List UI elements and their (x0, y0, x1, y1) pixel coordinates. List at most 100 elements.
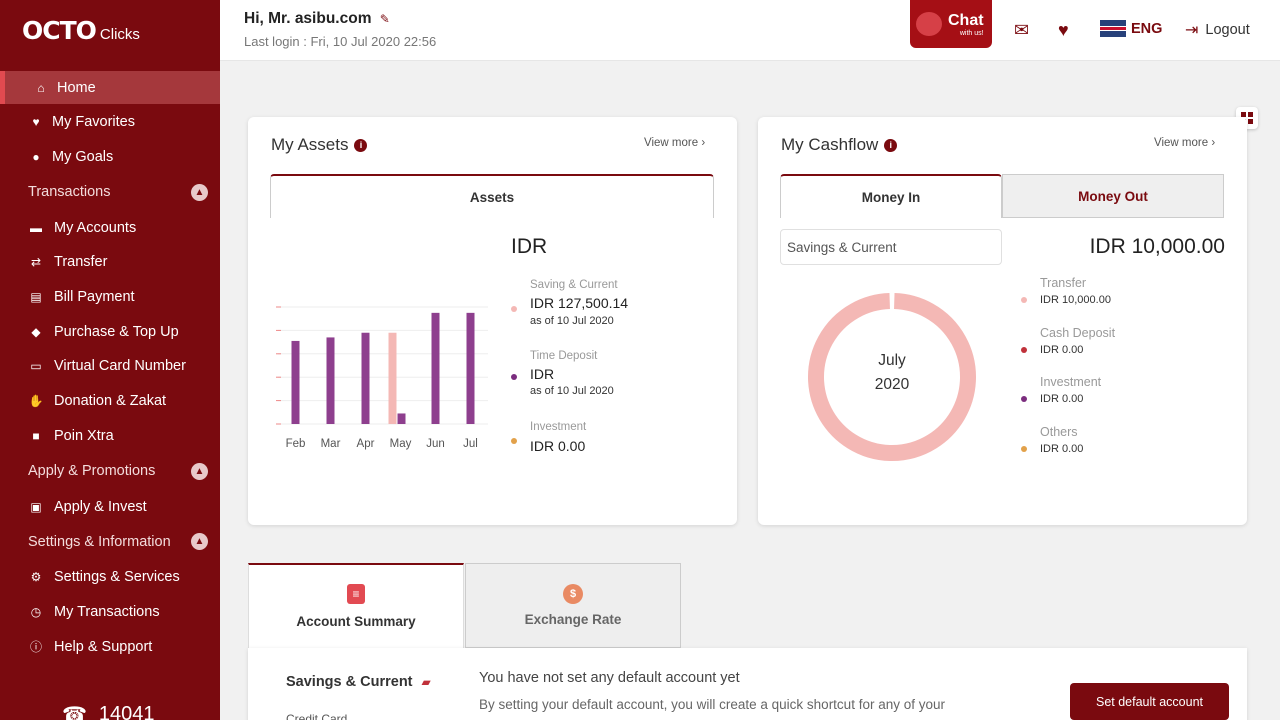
savings-label: Savings & Current (286, 674, 413, 690)
cashflow-view-more-link[interactable]: View more › (1154, 137, 1215, 149)
account-type-select[interactable]: Savings & Current (780, 229, 1002, 265)
tab-label: Money Out (1078, 188, 1148, 204)
card-icon: ▬ (30, 220, 42, 235)
sidebar-item-settings-services[interactable]: ⚙ Settings & Services (0, 560, 220, 595)
tab-money-in[interactable]: Money In (780, 174, 1002, 218)
location-pin-icon: ● (32, 150, 40, 165)
section-label: Apply & Promotions (28, 463, 156, 480)
sidebar-item-my-accounts[interactable]: ▬ My Accounts (0, 210, 220, 245)
donut-month: July (878, 352, 906, 369)
bar-time-deposit-mar (326, 337, 335, 424)
card-title: My Assets i (271, 135, 368, 155)
assets-bar-chart: Feb Mar Apr May Jun Jul (276, 306, 488, 450)
credit-card-tab[interactable]: Credit Card (286, 712, 347, 720)
language-selector[interactable]: ENG (1100, 20, 1162, 37)
info-icon[interactable]: i (354, 138, 368, 152)
phone-icon: ☎ (62, 704, 87, 720)
set-default-account-button[interactable]: Set default account (1070, 683, 1229, 720)
tab-account-summary[interactable]: ≡ Account Summary (248, 563, 464, 648)
bar-time-deposit-jul (466, 312, 475, 424)
home-icon: ⌂ (37, 80, 45, 95)
greeting-text: Hi, Mr. asibu.com (244, 10, 372, 27)
sidebar-item-transfer[interactable]: ⇄ Transfer (0, 245, 220, 280)
tab-money-out[interactable]: Money Out (1002, 174, 1224, 218)
card-title: My Cashflow i (781, 135, 898, 155)
legend-category: Time Deposit (530, 350, 598, 362)
history-icon: ◷ (30, 604, 42, 619)
sidebar-item-label: Help & Support (54, 638, 153, 655)
legend-dot (511, 374, 517, 380)
donut-center-label: July 2020 (862, 349, 922, 397)
section-settings-information[interactable]: Settings & Information ▲ (0, 524, 220, 560)
virtual-card-icon: ▭ (30, 359, 42, 374)
bill-icon: ▤ (30, 290, 42, 305)
sidebar-item-label: Purchase & Top Up (54, 323, 179, 340)
tab-label: Account Summary (296, 614, 416, 629)
tab-label: Money In (861, 189, 921, 205)
sidebar-item-label: Settings & Services (54, 569, 180, 586)
sidebar-item-bill-payment[interactable]: ▤ Bill Payment (0, 280, 220, 315)
view-more-label: View more (1154, 137, 1209, 149)
sidebar-item-virtual-card-number[interactable]: ▭ Virtual Card Number (0, 349, 220, 384)
legend-dot (1021, 446, 1027, 452)
sidebar-item-donation-zakat[interactable]: ✋ Donation & Zakat (0, 384, 220, 419)
logout-label: Logout (1205, 22, 1250, 38)
tab-exchange-rate[interactable]: $ Exchange Rate (465, 563, 681, 648)
select-value: Savings & Current (787, 239, 897, 255)
sidebar-item-home[interactable]: ⌂ Home (0, 71, 220, 104)
octo-clicks-logo[interactable]: OCTO Clicks (22, 16, 140, 45)
default-description: By setting your default account, you wil… (479, 697, 945, 712)
chevron-up-icon[interactable]: ▲ (191, 462, 208, 480)
logo-sub: Clicks (99, 26, 140, 43)
sidebar-item-label: My Accounts (54, 219, 137, 236)
x-tick-label: Mar (321, 438, 341, 450)
section-transactions[interactable]: Transactions ▲ (0, 174, 220, 210)
bar-time-deposit-apr (361, 332, 370, 424)
cashflow-total: IDR 10,000.00 (1089, 235, 1225, 258)
sidebar-item-my-goals[interactable]: ● My Goals (0, 140, 220, 175)
tag-icon: ◆ (31, 324, 41, 339)
assets-view-more-link[interactable]: View more › (644, 137, 705, 149)
legend-as-of: as of 10 Jul 2020 (530, 315, 614, 327)
cashflow-title: My Cashflow (781, 135, 879, 154)
tab-label: Assets (469, 189, 515, 205)
legend-value: IDR 0.00 (1040, 443, 1084, 455)
sidebar-item-my-transactions[interactable]: ◷ My Transactions (0, 595, 220, 630)
section-label: Transactions (28, 184, 111, 201)
info-icon[interactable]: i (884, 138, 898, 152)
sidebar-item-help-support[interactable]: ⓘ Help & Support (0, 629, 220, 664)
legend-dot (511, 438, 517, 444)
view-more-label: View more (644, 137, 699, 149)
chevron-up-icon[interactable]: ▲ (191, 183, 208, 201)
sidebar-item-label: Virtual Card Number (54, 358, 186, 375)
sidebar-item-label: Home (57, 79, 96, 96)
chat-button[interactable]: Chat with us! (910, 0, 992, 48)
legend-category: Saving & Current (530, 279, 618, 291)
x-tick-label: Jul (463, 438, 478, 450)
assets-currency: IDR (511, 235, 548, 258)
legend-category: Others (1040, 425, 1078, 439)
mail-icon[interactable]: ✉ (1014, 20, 1029, 41)
tab-assets[interactable]: Assets (270, 174, 714, 218)
x-tick-label: May (390, 438, 412, 450)
hotline-phone[interactable]: ☎ 14041 (62, 702, 155, 720)
sidebar-item-my-favorites[interactable]: ♥ My Favorites (0, 105, 220, 140)
x-tick-label: Feb (286, 438, 306, 450)
last-login: Last login : Fri, 10 Jul 2020 22:56 (244, 34, 437, 49)
savings-current-tab[interactable]: Savings & Current ▰ (286, 674, 431, 690)
legend-category: Transfer (1040, 276, 1087, 290)
sidebar-item-apply-invest[interactable]: ▣ Apply & Invest (0, 489, 220, 524)
section-apply-promotions[interactable]: Apply & Promotions ▲ (0, 453, 220, 489)
sidebar-item-poin-xtra[interactable]: ■ Poin Xtra (0, 419, 220, 454)
coins-icon: $ (560, 584, 586, 604)
sidebar-item-purchase-top-up[interactable]: ◆ Purchase & Top Up (0, 314, 220, 349)
wallet-icon: ▰ (421, 675, 431, 689)
chevron-up-icon[interactable]: ▲ (191, 533, 208, 551)
x-tick-label: Jun (426, 438, 445, 450)
legend-value: IDR 0.00 (1040, 393, 1084, 405)
heart-icon[interactable]: ♥ (1058, 20, 1069, 41)
phone-number: 14041 (98, 703, 155, 720)
edit-pencil-icon[interactable]: ✎ (380, 12, 390, 26)
chat-subtitle: with us! (959, 29, 984, 37)
logout-button[interactable]: ⇥ Logout (1185, 20, 1250, 40)
